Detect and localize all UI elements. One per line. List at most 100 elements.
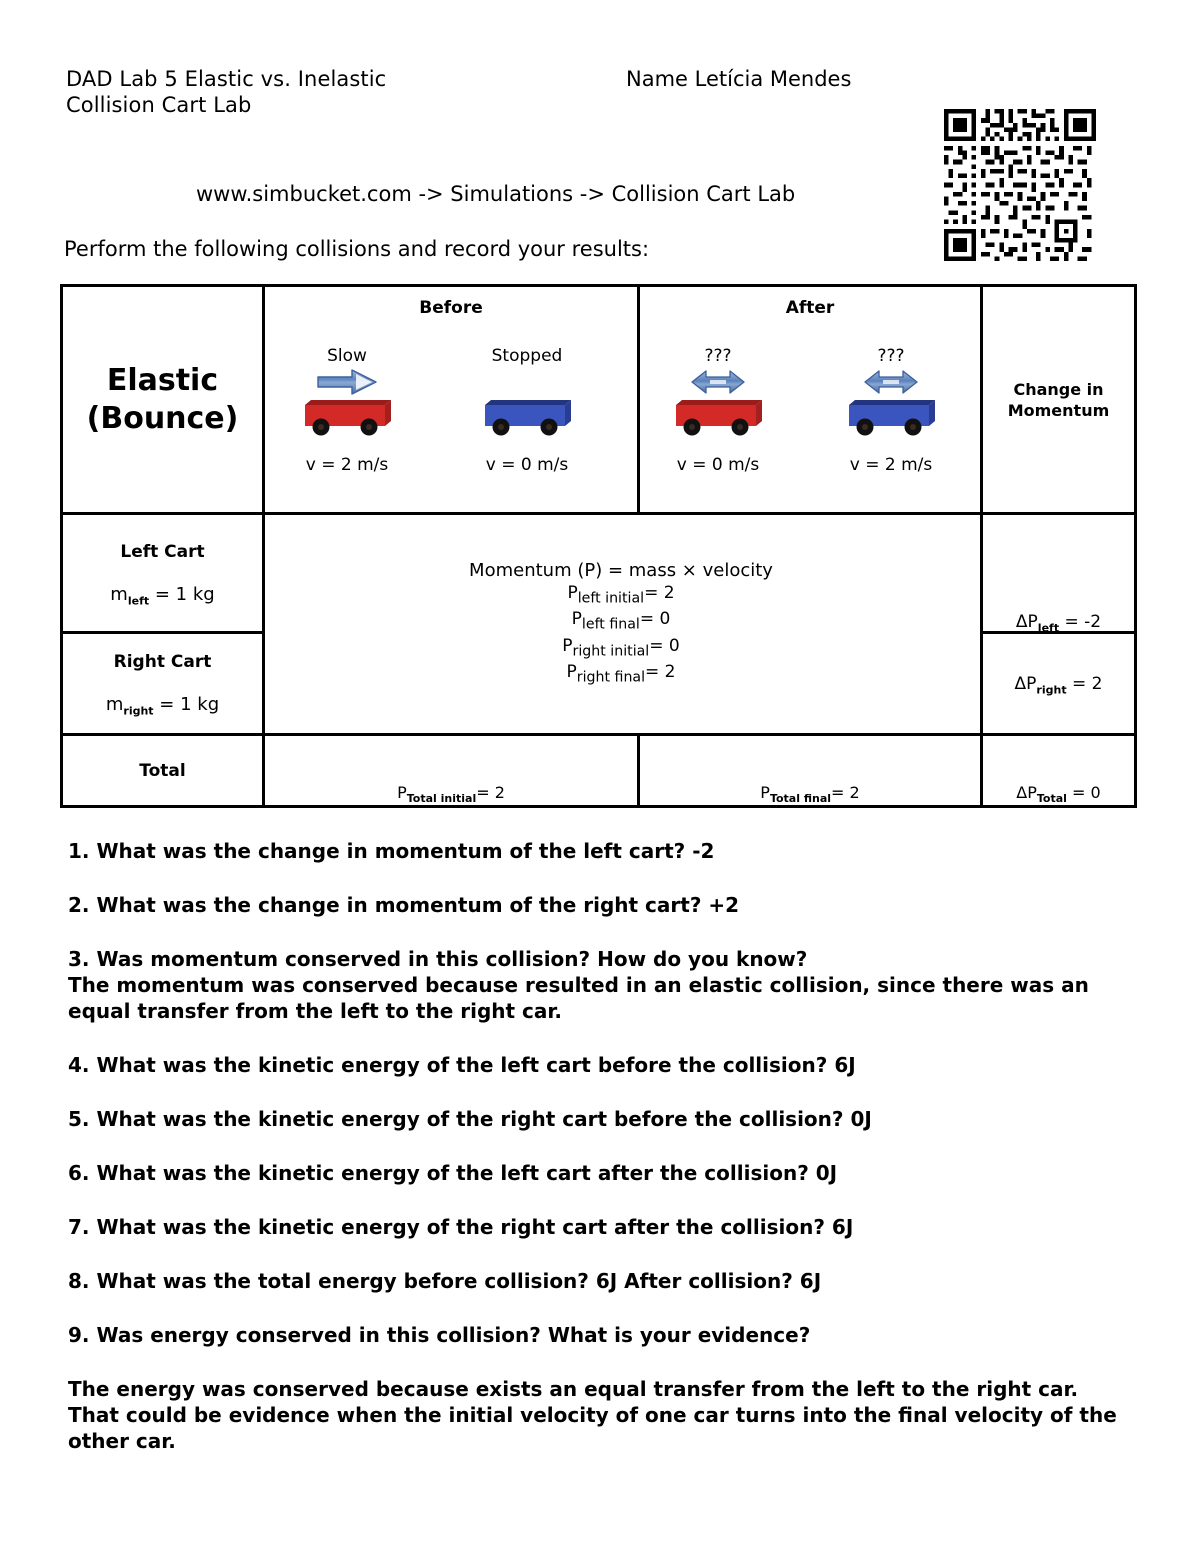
instruction-text: Perform the following collisions and rec… bbox=[64, 237, 650, 261]
question-8: 8. What was the total energy before coll… bbox=[68, 1269, 822, 1293]
p-subscript: Total final bbox=[769, 792, 832, 805]
change-in-momentum-header-cell: Change in Momentum bbox=[983, 287, 1134, 512]
simulation-url-path: www.simbucket.com -> Simulations -> Coll… bbox=[196, 182, 796, 206]
delta-value: = 2 bbox=[1066, 673, 1103, 694]
p-subscript: right initial bbox=[572, 642, 650, 659]
momentum-line-left-initial: Pleft initial= 2 bbox=[567, 583, 674, 609]
worksheet-page: DAD Lab 5 Elastic vs. Inelastic Collisio… bbox=[0, 0, 1200, 1553]
delta-value: = 0 bbox=[1066, 782, 1101, 802]
student-name: Name Letícia Mendes bbox=[626, 67, 852, 91]
cart-state-label: ??? bbox=[704, 346, 732, 366]
question-3: 3. Was momentum conserved in this collis… bbox=[68, 947, 808, 971]
answer-3: The momentum was conserved because resul… bbox=[68, 973, 1089, 1023]
p-symbol: P bbox=[562, 635, 573, 656]
left-cart-cell: Left Cart mleft = 1 kg bbox=[63, 515, 262, 634]
delta-symbol: ΔP bbox=[1014, 673, 1037, 694]
momentum-formula-title: Momentum (P) = mass × velocity bbox=[469, 559, 773, 581]
cart-diagram-before-right: Stopped v = 0 m/s bbox=[462, 345, 592, 475]
cart-state-label: Slow bbox=[327, 346, 367, 366]
change-header-line1: Change in bbox=[1013, 379, 1104, 399]
p-symbol: P bbox=[397, 782, 407, 802]
cart-state-label: Stopped bbox=[491, 346, 563, 366]
collision-type-line1: Elastic bbox=[106, 362, 219, 398]
delta-subscript: Total bbox=[1036, 792, 1067, 805]
mass-symbol: m bbox=[105, 694, 124, 716]
left-cart-label: Left Cart bbox=[120, 541, 205, 562]
momentum-formula-block: Momentum (P) = mass × velocity Pleft ini… bbox=[265, 515, 977, 733]
delta-subscript: left bbox=[1037, 621, 1060, 634]
p-value: = 2 bbox=[645, 661, 676, 682]
p-subscript: left initial bbox=[577, 590, 645, 607]
collision-type-line2: (Bounce) bbox=[86, 400, 239, 436]
mass-subscript: right bbox=[123, 704, 154, 718]
question-2: 2. What was the change in momentum of th… bbox=[68, 893, 740, 917]
question-1: 1. What was the change in momentum of th… bbox=[68, 839, 715, 863]
right-cart-mass: mright = 1 kg bbox=[106, 694, 219, 718]
mass-value: = 1 kg bbox=[153, 694, 220, 716]
total-label-cell: Total bbox=[63, 736, 262, 805]
right-cart-label: Right Cart bbox=[113, 652, 212, 673]
delta-subscript: right bbox=[1036, 683, 1067, 697]
before-column: Before Slow v = 2 m/s Stopped v = 0 m/s bbox=[265, 287, 637, 512]
cart-icon-red bbox=[282, 397, 412, 437]
cart-icon-red bbox=[653, 397, 783, 437]
mass-subscript: left bbox=[127, 594, 150, 608]
left-cart-change-cell: ΔPleft = -2 bbox=[983, 515, 1134, 634]
cart-icon-blue bbox=[462, 397, 592, 437]
cart-state-label: ??? bbox=[877, 346, 905, 366]
velocity-label: v = 0 m/s bbox=[485, 455, 569, 475]
change-in-momentum-header: Change in Momentum bbox=[1008, 379, 1110, 421]
arrow-left-right-icon bbox=[826, 367, 956, 397]
delta-p-total: ΔPTotal = 0 bbox=[1016, 783, 1100, 805]
p-subscript: Total initial bbox=[406, 792, 477, 805]
p-symbol: P bbox=[571, 609, 582, 630]
right-cart-cell: Right Cart mright = 1 kg bbox=[63, 634, 262, 736]
velocity-label: v = 0 m/s bbox=[676, 455, 760, 475]
left-cart-mass: mleft = 1 kg bbox=[110, 584, 214, 608]
cart-diagram-before-left: Slow v = 2 m/s bbox=[282, 345, 412, 475]
collision-data-table: Elastic (Bounce) Before Slow v = 2 m/s S… bbox=[60, 284, 1137, 808]
momentum-line-left-final: Pleft final= 0 bbox=[572, 609, 671, 635]
total-after-cell: PTotal final= 2 bbox=[640, 736, 980, 805]
total-change-cell: ΔPTotal = 0 bbox=[983, 736, 1134, 805]
cart-icon-blue bbox=[826, 397, 956, 437]
before-header: Before bbox=[419, 298, 483, 318]
p-value: = 2 bbox=[476, 782, 505, 802]
arrow-right-icon bbox=[282, 367, 412, 397]
question-5: 5. What was the kinetic energy of the ri… bbox=[68, 1107, 872, 1131]
delta-value: = -2 bbox=[1059, 611, 1102, 632]
momentum-line-right-initial: Pright initial= 0 bbox=[562, 636, 679, 662]
p-value: = 2 bbox=[831, 782, 860, 802]
right-cart-change-cell: ΔPright = 2 bbox=[983, 634, 1134, 736]
question-9: 9. Was energy conserved in this collisio… bbox=[68, 1323, 811, 1347]
p-symbol: P bbox=[760, 782, 770, 802]
mass-symbol: m bbox=[110, 583, 128, 605]
delta-p-left: ΔPleft = -2 bbox=[1016, 612, 1101, 634]
after-header: After bbox=[785, 298, 835, 318]
lab-title-line2: Collision Cart Lab bbox=[66, 93, 252, 117]
collision-type-cell: Elastic (Bounce) bbox=[63, 287, 262, 512]
total-label: Total bbox=[139, 760, 186, 781]
delta-symbol: ΔP bbox=[1016, 782, 1037, 802]
question-7: 7. What was the kinetic energy of the ri… bbox=[68, 1215, 854, 1239]
questions-section: 1. What was the change in momentum of th… bbox=[68, 838, 1133, 1482]
change-header-line2: Momentum bbox=[1007, 400, 1110, 420]
p-symbol: P bbox=[567, 582, 578, 603]
qr-code-icon bbox=[941, 109, 1099, 261]
mass-value: = 1 kg bbox=[149, 583, 215, 605]
cart-diagram-after-right: ??? v = 2 m/s bbox=[826, 345, 956, 475]
p-value: = 0 bbox=[639, 609, 671, 630]
velocity-label: v = 2 m/s bbox=[305, 455, 389, 475]
delta-p-right: ΔPright = 2 bbox=[1015, 674, 1103, 696]
p-symbol: P bbox=[566, 661, 577, 682]
lab-title-line1: DAD Lab 5 Elastic vs. Inelastic bbox=[66, 67, 387, 91]
table-row-diagram: Elastic (Bounce) Before Slow v = 2 m/s S… bbox=[63, 287, 1134, 515]
p-subscript: right final bbox=[576, 669, 646, 686]
velocity-label: v = 2 m/s bbox=[849, 455, 933, 475]
p-total-initial: PTotal initial= 2 bbox=[397, 783, 505, 805]
cart-diagram-after-left: ??? v = 0 m/s bbox=[653, 345, 783, 475]
arrow-placeholder-none bbox=[462, 367, 592, 397]
after-column: After ??? v = 0 m/s ??? v = 2 m/s bbox=[640, 287, 980, 512]
p-subscript: left final bbox=[581, 616, 640, 633]
delta-symbol: ΔP bbox=[1015, 611, 1038, 632]
